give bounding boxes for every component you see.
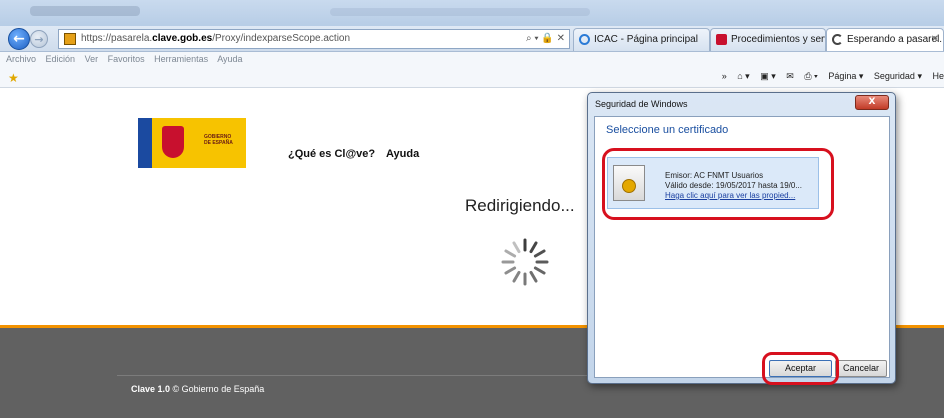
certificate-dialog: Seguridad de Windows X Seleccione un cer… <box>587 92 896 385</box>
menu-ayuda[interactable]: Ayuda <box>217 54 242 64</box>
command-bar: ★ » ⌂ ▾ ▣ ▾ ✉ ⎙ ▾ Página ▾ Seguridad ▾ H… <box>0 68 944 88</box>
menu-favoritos[interactable]: Favoritos <box>108 54 145 64</box>
back-button[interactable]: ← <box>8 28 30 50</box>
gobierno-espana-logo: GOBIERNO DE ESPAÑA <box>138 118 246 168</box>
forward-button[interactable]: → <box>30 30 48 48</box>
feeds-icon[interactable]: ▣ ▾ <box>760 71 776 81</box>
ie-icon <box>579 34 590 45</box>
url-domain: clave.gob.es <box>152 33 213 44</box>
tab-esperando[interactable]: Esperando a pasarel... ✕ <box>826 28 944 51</box>
cancel-button[interactable]: Cancelar <box>835 360 887 377</box>
dialog-title: Seguridad de Windows <box>595 99 688 109</box>
address-bar-tools[interactable]: ⌕ ▾ 🔒 ✕ <box>526 30 565 48</box>
security-menu[interactable]: Seguridad ▾ <box>874 71 922 81</box>
loading-spinner-icon <box>501 238 549 286</box>
tab-procedimientos[interactable]: Procedimientos y servi... <box>710 28 826 51</box>
eu-flag-stripe <box>138 118 152 168</box>
menu-archivo[interactable]: Archivo <box>6 54 36 64</box>
menu-ver[interactable]: Ver <box>85 54 99 64</box>
menu-bar: Archivo Edición Ver Favoritos Herramient… <box>0 52 944 68</box>
tab-label: ICAC - Página principal <box>594 34 698 45</box>
coat-of-arms-icon <box>162 126 184 158</box>
favorites-star-icon[interactable]: ★ <box>8 71 19 85</box>
back-arrow-icon: ← <box>13 31 25 47</box>
redirect-status: Redirigiendo... <box>465 196 575 215</box>
footer-divider <box>117 375 587 376</box>
ayuda-link[interactable]: Ayuda <box>386 148 419 160</box>
url-prefix: https://pasarela. <box>81 33 153 44</box>
footer-text: Clave 1.0 © Gobierno de España <box>131 384 264 394</box>
footer-brand: Clave 1.0 <box>131 384 171 394</box>
navigation-row: ← → https://pasarela.clave.gob.es/Proxy/… <box>0 26 944 52</box>
chevron-overflow-icon[interactable]: » <box>722 71 727 81</box>
footer-copyright: © Gobierno de España <box>170 384 265 394</box>
help-menu[interactable]: He <box>932 71 944 81</box>
dialog-body: Seleccione un certificado Emisor: AC FNM… <box>594 116 890 385</box>
logo-text: GOBIERNO DE ESPAÑA <box>204 134 233 146</box>
command-bar-tools: » ⌂ ▾ ▣ ▾ ✉ ⎙ ▾ Página ▾ Seguridad ▾ He <box>714 71 944 82</box>
forward-arrow-icon: → <box>34 32 44 46</box>
url-path: /Proxy/indexparseScope.action <box>212 33 351 44</box>
print-icon[interactable]: ⎙ ▾ <box>804 71 817 81</box>
loading-icon <box>832 34 843 45</box>
mail-icon[interactable]: ✉ <box>786 71 794 81</box>
browser-window: ← → https://pasarela.clave.gob.es/Proxy/… <box>0 0 944 418</box>
certificate-highlight-annotation <box>602 148 834 220</box>
dialog-heading: Seleccione un certificado <box>606 124 729 136</box>
site-favicon-icon <box>64 33 76 45</box>
menu-herramientas[interactable]: Herramientas <box>154 54 208 64</box>
title-bar <box>0 0 944 26</box>
tab-icac[interactable]: ICAC - Página principal <box>573 28 710 51</box>
que-es-clave-link[interactable]: ¿Qué es Cl@ve? <box>288 148 375 160</box>
tab-label: Esperando a pasarel... <box>847 34 944 45</box>
title-bar-blurred-text <box>30 6 140 16</box>
ministry-icon <box>716 34 727 45</box>
title-bar-blurred-text-2 <box>330 8 590 16</box>
close-dialog-button[interactable]: X <box>855 95 889 110</box>
home-icon[interactable]: ⌂ ▾ <box>737 71 749 81</box>
menu-edicion[interactable]: Edición <box>46 54 76 64</box>
accept-highlight-annotation <box>762 352 839 385</box>
close-tab-icon[interactable]: ✕ <box>931 29 939 50</box>
page-menu[interactable]: Página ▾ <box>828 71 863 81</box>
address-bar[interactable]: https://pasarela.clave.gob.es/Proxy/inde… <box>58 29 570 49</box>
tab-label: Procedimientos y servi... <box>731 34 825 45</box>
